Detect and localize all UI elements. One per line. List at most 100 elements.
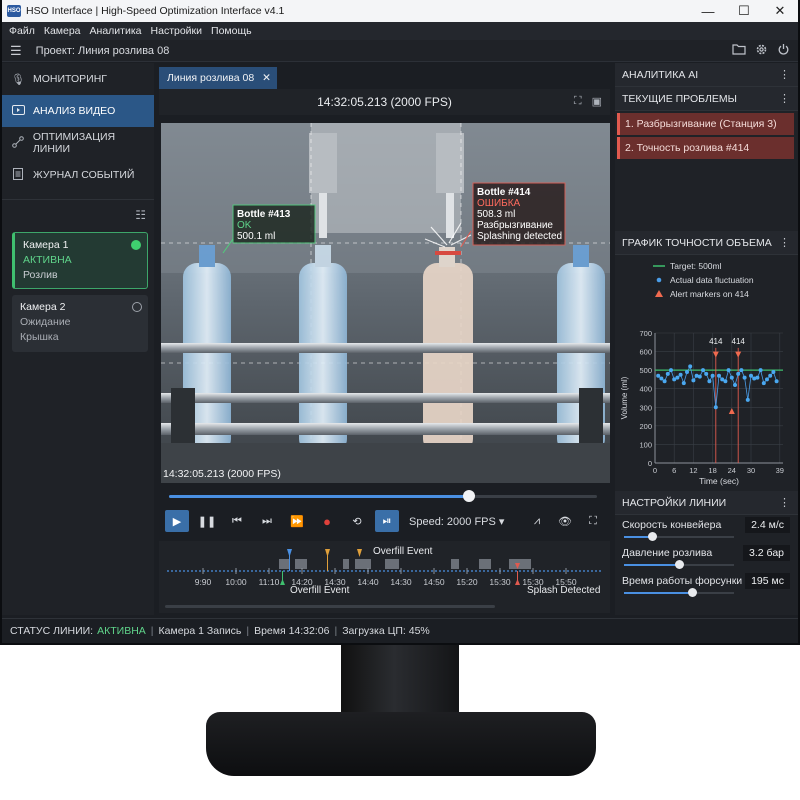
close-icon[interactable]: ✕: [262, 72, 271, 84]
x-tick-label: 12: [689, 466, 697, 475]
data-point: [656, 373, 661, 378]
camera-status: АКТИВНА: [23, 254, 72, 266]
data-point: [774, 379, 779, 384]
hamburger-icon[interactable]: ☰: [10, 43, 22, 59]
data-point: [726, 368, 731, 373]
data-point: [691, 378, 696, 383]
step-back-button[interactable]: ⏮: [225, 510, 249, 532]
camera-name: Камера 2: [20, 301, 66, 313]
legend-actual-swatch: [656, 277, 662, 283]
menu-file[interactable]: Файл: [9, 25, 35, 37]
eye-icon[interactable]: 👁︎: [553, 510, 577, 532]
data-point: [697, 374, 702, 379]
setting-value[interactable]: 2.4 м/с: [745, 517, 790, 533]
loop-button[interactable]: ⟲: [345, 510, 369, 532]
data-point: [742, 375, 747, 380]
gear-icon[interactable]: [755, 43, 768, 59]
camera-task: Розлив: [23, 269, 58, 281]
folder-icon[interactable]: [732, 43, 746, 59]
data-point: [713, 405, 718, 410]
video-frame[interactable]: Bottle #413 OK 500.1 ml Bottle #414 ОШИБ…: [161, 123, 610, 483]
frame-step-button[interactable]: ⏭: [255, 510, 279, 532]
minimize-button[interactable]: —: [690, 0, 726, 22]
data-point: [707, 379, 712, 384]
menu-help[interactable]: Помощь: [211, 25, 252, 37]
camera-task: Крышка: [20, 331, 59, 343]
pause-button[interactable]: ❚❚: [195, 510, 219, 532]
video-timestamp: 14:32:05.213 (2000 FPS): [317, 95, 452, 109]
status-dot-icon: [132, 302, 142, 312]
microphone-icon: 🎙︎: [11, 73, 25, 86]
nav-label: ОПТИМИЗАЦИЯ ЛИНИИ: [32, 131, 116, 155]
issue-item[interactable]: 2. Точность розлива #414: [617, 137, 794, 159]
fullscreen-icon[interactable]: ⛶: [574, 95, 582, 108]
y-tick-label: 600: [639, 348, 652, 357]
setting-slider[interactable]: [624, 560, 734, 569]
waveform-icon[interactable]: ⩘: [525, 510, 549, 532]
more-icon[interactable]: ⋮: [779, 92, 790, 105]
data-point: [723, 379, 728, 384]
x-tick-label: 18: [708, 466, 716, 475]
fast-forward-button[interactable]: ⏩: [285, 510, 309, 532]
setting-slider[interactable]: [624, 588, 734, 597]
settings-title: НАСТРОЙКИ ЛИНИИ: [622, 496, 727, 509]
data-point: [678, 372, 683, 377]
setting-value[interactable]: 195 мс: [745, 573, 790, 589]
status-cpu: Загрузка ЦП: 45%: [342, 625, 430, 637]
playback-progress[interactable]: [169, 490, 597, 502]
nav-video-analysis[interactable]: АНАЛИЗ ВИДЕО: [2, 95, 154, 127]
legend-label: Actual data fluctuation: [670, 275, 754, 285]
menu-analytics[interactable]: Аналитика: [90, 25, 142, 37]
x-axis-label: Time (sec): [699, 476, 739, 486]
more-icon[interactable]: ⋮: [779, 68, 790, 81]
tab-bottling-line[interactable]: Линия розлива 08 ✕: [159, 67, 277, 89]
progress-knob[interactable]: [462, 490, 475, 502]
more-icon[interactable]: ⋮: [779, 496, 790, 509]
setting-slider[interactable]: [624, 532, 734, 541]
next-frame-button[interactable]: ⏯: [375, 510, 399, 532]
event-timeline[interactable]: Overfill Event Overfill Event Splash Det…: [159, 541, 610, 613]
issues-header: ТЕКУЩИЕ ПРОБЛЕМЫ ⋮: [615, 87, 798, 111]
setting-value[interactable]: 3.2 бар: [743, 545, 790, 561]
slider-knob[interactable]: [688, 588, 698, 597]
menu-settings[interactable]: Настройки: [151, 25, 203, 37]
timeline-scrollbar[interactable]: [165, 605, 495, 608]
maximize-button[interactable]: ☐: [726, 0, 762, 22]
setting-label: Время работы форсунки: [622, 575, 743, 587]
data-point: [681, 381, 686, 386]
more-icon[interactable]: ⋮: [779, 236, 790, 249]
issue-item[interactable]: 1. Разбрызгивание (Станция 3): [617, 113, 794, 135]
nav-label: ЖУРНАЛ СОБЫТИЙ: [33, 169, 135, 181]
issues-title: ТЕКУЩИЕ ПРОБЛЕМЫ: [622, 92, 737, 105]
flow-icon: [11, 135, 25, 151]
power-icon[interactable]: [777, 43, 790, 59]
record-button[interactable]: ●: [315, 510, 339, 532]
slider-knob[interactable]: [647, 532, 657, 541]
fullscreen-icon[interactable]: ⛶: [581, 510, 605, 532]
list-view-icon[interactable]: ☷: [2, 204, 154, 226]
chart-title: ГРАФИК ТОЧНОСТИ ОБЪЕМА: [622, 236, 772, 249]
timeline-tick-label: 14:50: [423, 577, 445, 587]
speed-select[interactable]: Speed: 2000 FPS ▾: [409, 515, 504, 528]
timeline-tick-label: 9:90: [195, 577, 212, 587]
slider-knob[interactable]: [675, 560, 684, 569]
play-button[interactable]: ▶: [165, 510, 189, 532]
bottle-414-issue-en: Splashing detected: [477, 231, 562, 242]
menu-camera[interactable]: Камера: [44, 25, 81, 37]
data-line: [657, 365, 777, 408]
y-tick-label: 500: [639, 366, 652, 375]
nav-event-log[interactable]: ЖУРНАЛ СОБЫТИЙ: [2, 159, 154, 191]
camera-card-2[interactable]: Камера 2 Ожидание Крышка: [12, 295, 148, 352]
camera-card-1[interactable]: Камера 1 АКТИВНА Розлив: [12, 232, 148, 289]
nav-line-optimization[interactable]: ОПТИМИЗАЦИЯ ЛИНИИ: [2, 127, 154, 159]
nav-monitoring[interactable]: 🎙︎ МОНИТОРИНГ: [2, 63, 154, 95]
close-button[interactable]: ✕: [762, 0, 798, 22]
menu-bar: Файл Камера Аналитика Настройки Помощь: [2, 22, 798, 40]
pip-icon[interactable]: ▣: [592, 95, 602, 108]
y-tick-label: 100: [639, 440, 652, 449]
tab-label: Линия розлива 08: [167, 72, 255, 84]
bottle-413-status: OK: [237, 220, 252, 231]
status-bar: СТАТУС ЛИНИИ: АКТИВНА | Камера 1 Запись …: [2, 618, 798, 643]
data-point: [739, 368, 744, 373]
x-tick-label: 30: [747, 466, 755, 475]
